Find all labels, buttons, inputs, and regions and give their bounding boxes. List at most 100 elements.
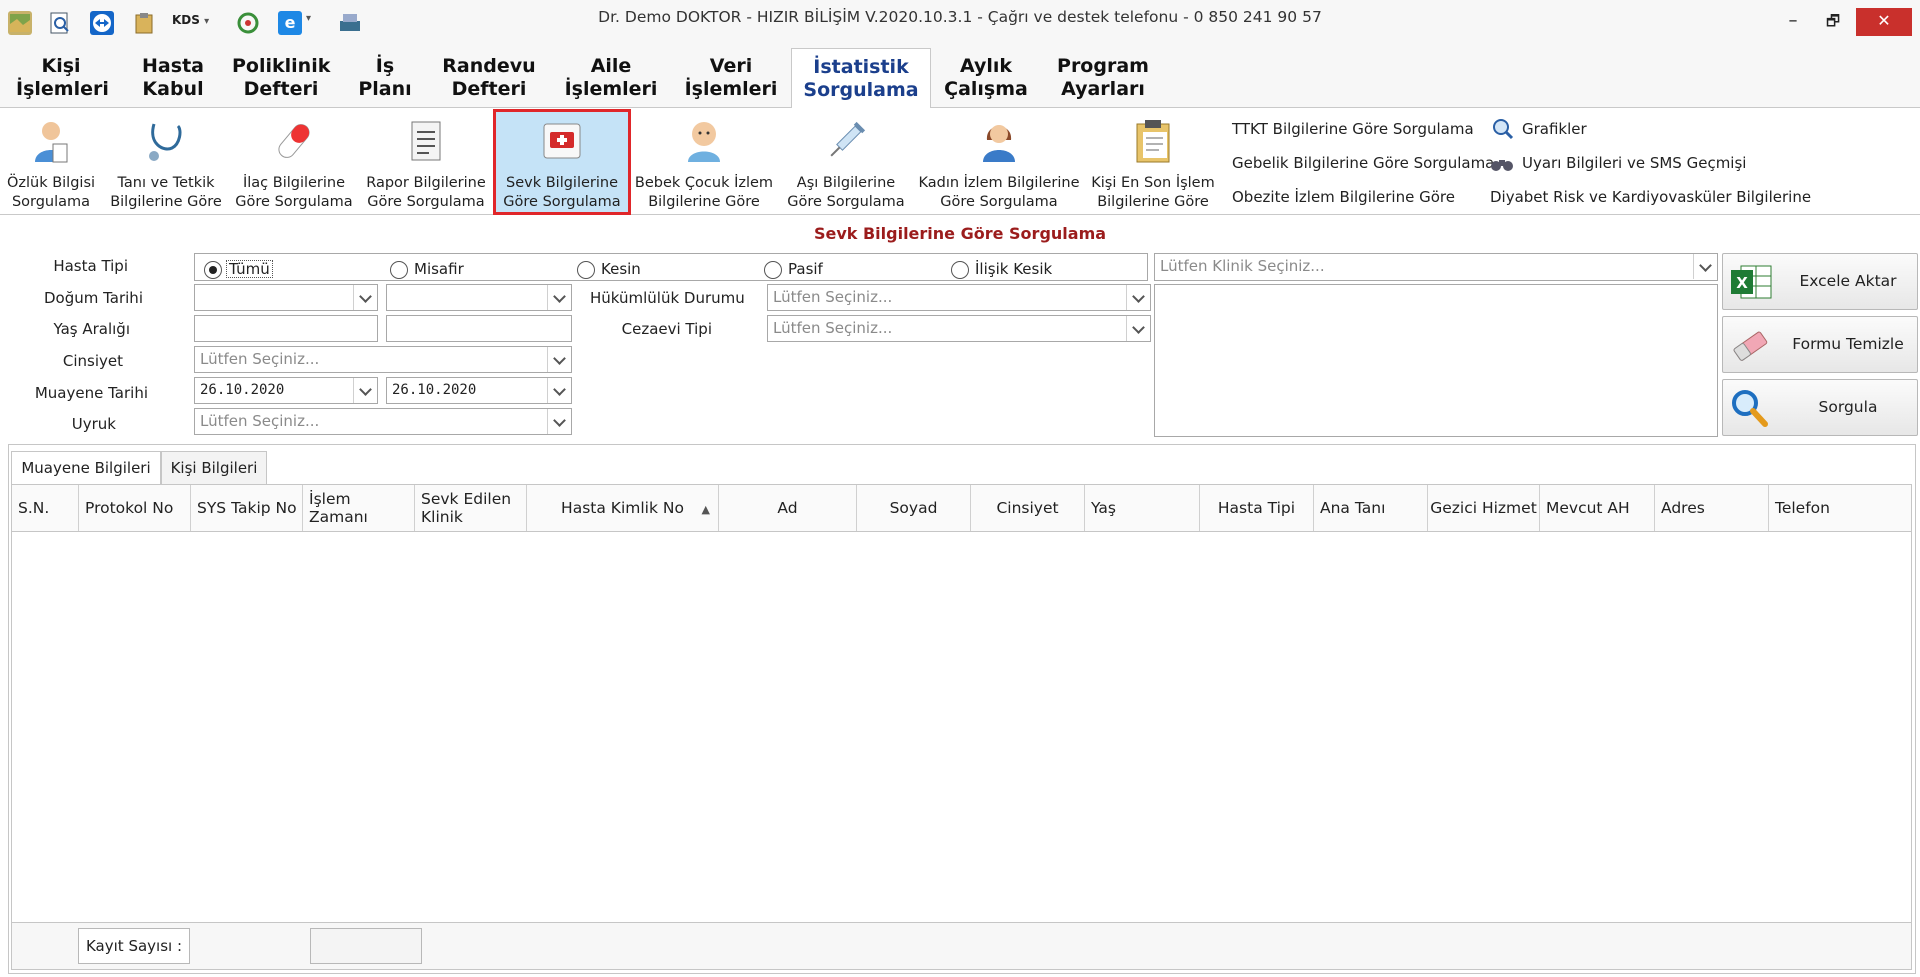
uyari-sms-link[interactable]: Uyarı Bilgileri ve SMS Geçmişi — [1522, 154, 1746, 172]
minimize-button[interactable]: – — [1778, 8, 1808, 36]
obezite-izlem-link[interactable]: Obezite İzlem Bilgilerine Göre — [1232, 188, 1455, 206]
col-sys-takip-no[interactable]: SYS Takip No — [191, 485, 303, 531]
radio-misafir-label[interactable]: Misafir — [414, 260, 464, 278]
title-bar: KDS ▾ e ▾ Dr. Demo DOKTOR - HIZIR BİLİŞİ… — [0, 0, 1920, 44]
tab-istatistik-sorgulama[interactable]: İstatistik Sorgulama — [791, 48, 931, 109]
ribbon: Özlük Bilgisi Sorgulama Tanı ve Tetkik B… — [0, 108, 1920, 215]
window-title: Dr. Demo DOKTOR - HIZIR BİLİŞİM V.2020.1… — [598, 8, 1322, 26]
rapor-bilgileri-button[interactable]: Rapor Bilgilerine Göre Sorgulama — [362, 112, 490, 212]
col-islem-zamani[interactable]: İşlem Zamanı — [303, 485, 415, 531]
tab-is-plani[interactable]: İş Planı — [350, 55, 420, 101]
col-sevk-edilen-klinik[interactable]: Sevk Edilen Klinik — [415, 485, 527, 531]
yas-araligi-label: Yaş Aralığı — [53, 320, 130, 338]
col-ad[interactable]: Ad — [719, 485, 857, 531]
col-sn[interactable]: S.N. — [12, 485, 79, 531]
chevron-down-icon[interactable] — [547, 378, 571, 403]
chevron-down-icon[interactable] — [547, 285, 571, 310]
asi-bilgileri-button[interactable]: Aşı Bilgilerine Göre Sorgulama — [784, 112, 908, 212]
excel-icon: X — [1729, 262, 1773, 302]
col-hasta-kimlik-no[interactable]: Hasta Kimlik No ▲ — [527, 485, 719, 531]
pill-icon — [272, 118, 316, 164]
radio-ilisik-kesik-label[interactable]: İlişik Kesik — [975, 260, 1052, 278]
chevron-down-icon[interactable] — [547, 347, 571, 372]
baby-icon — [682, 118, 726, 164]
radio-kesin-label[interactable]: Kesin — [601, 260, 641, 278]
ilac-bilgileri-button[interactable]: İlaç Bilgilerine Göre Sorgulama — [232, 112, 356, 212]
syringe-icon — [824, 118, 868, 164]
radio-misafir[interactable] — [390, 261, 408, 279]
radio-tumu-label[interactable]: Tümü — [226, 260, 273, 278]
tab-veri-islemleri[interactable]: Veri İşlemleri — [680, 55, 782, 101]
chevron-down-icon[interactable] — [1693, 254, 1717, 279]
muayene-tarihi-start[interactable]: 26.10.2020 — [194, 377, 378, 404]
yas-max-input[interactable] — [386, 315, 572, 342]
grid-header: S.N. Protokol No SYS Takip No İşlem Zama… — [11, 484, 1912, 532]
chevron-down-icon[interactable] — [1126, 285, 1150, 310]
report-icon — [404, 118, 448, 164]
radio-kesin[interactable] — [577, 261, 595, 279]
col-adres[interactable]: Adres — [1655, 485, 1769, 531]
radio-pasif-label[interactable]: Pasif — [788, 260, 823, 278]
col-gezici-hizmet[interactable]: Gezici Hizmet — [1428, 485, 1540, 531]
gebelik-sorgulama-link[interactable]: Gebelik Bilgilerine Göre Sorgulama — [1232, 154, 1494, 172]
tab-muayene-bilgileri[interactable]: Muayene Bilgileri — [11, 451, 161, 487]
cezaevi-select[interactable]: Lütfen Seçiniz... — [767, 315, 1151, 342]
hukumluluk-select[interactable]: Lütfen Seçiniz... — [767, 284, 1151, 311]
radio-tumu[interactable] — [204, 261, 222, 279]
radio-ilisik-kesik[interactable] — [951, 261, 969, 279]
dogum-tarihi-end[interactable] — [386, 284, 572, 311]
tab-aylik-calisma[interactable]: Aylık Çalışma — [940, 55, 1032, 101]
kisi-en-son-islem-button[interactable]: Kişi En Son İşlem Bilgilerine Göre — [1088, 112, 1218, 212]
clear-form-button[interactable]: Formu Temizle — [1722, 316, 1918, 373]
tab-kisi-bilgileri[interactable]: Kişi Bilgileri — [161, 451, 267, 485]
dogum-tarihi-start[interactable] — [194, 284, 378, 311]
tani-tetkik-button[interactable]: Tanı ve Tetkik Bilgilerine Göre — [104, 112, 228, 212]
col-mevcut-ah[interactable]: Mevcut AH — [1540, 485, 1655, 531]
grid-body[interactable] — [11, 532, 1912, 922]
bebek-cocuk-button[interactable]: Bebek Çocuk İzlem Bilgilerine Göre — [634, 112, 774, 212]
cinsiyet-select[interactable]: Lütfen Seçiniz... — [194, 346, 572, 373]
tab-kisi-islemleri[interactable]: Kişi İşlemleri — [16, 55, 109, 101]
radio-pasif[interactable] — [764, 261, 782, 279]
doctor-icon — [29, 118, 73, 164]
tab-program-ayarlari[interactable]: Program Ayarları — [1050, 55, 1156, 101]
tab-randevu-defteri[interactable]: Randevu Defteri — [436, 55, 542, 101]
search-icon — [1729, 388, 1773, 428]
dogum-tarihi-label: Doğum Tarihi — [43, 289, 143, 307]
cezaevi-label: Cezaevi Tipi — [621, 320, 712, 338]
chevron-down-icon[interactable] — [353, 285, 377, 310]
col-hasta-tipi[interactable]: Hasta Tipi — [1200, 485, 1314, 531]
ozluk-bilgisi-button[interactable]: Özlük Bilgisi Sorgulama — [4, 112, 98, 212]
restore-button[interactable]: 🗗 — [1818, 8, 1848, 36]
tab-poliklinik-defteri[interactable]: Poliklinik Defteri — [232, 55, 330, 101]
yas-min-input[interactable] — [194, 315, 378, 342]
stethoscope-icon — [144, 118, 188, 164]
close-button[interactable]: ✕ — [1856, 8, 1912, 36]
tab-hasta-kabul[interactable]: Hasta Kabul — [130, 55, 216, 101]
chevron-down-icon[interactable] — [353, 378, 377, 403]
col-telefon[interactable]: Telefon — [1769, 485, 1911, 531]
uyruk-select[interactable]: Lütfen Seçiniz... — [194, 408, 572, 435]
tab-aile-islemleri[interactable]: Aile İşlemleri — [560, 55, 662, 101]
col-soyad[interactable]: Soyad — [857, 485, 971, 531]
klinik-list[interactable] — [1154, 284, 1718, 437]
chevron-down-icon[interactable] — [547, 409, 571, 434]
klinik-select[interactable]: Lütfen Klinik Seçiniz... — [1154, 253, 1718, 281]
col-protokol-no[interactable]: Protokol No — [79, 485, 191, 531]
muayene-tarihi-end[interactable]: 26.10.2020 — [386, 377, 572, 404]
ttkt-sorgulama-link[interactable]: TTKT Bilgilerine Göre Sorgulama — [1232, 120, 1474, 138]
sevk-bilgileri-button[interactable]: Sevk Bilgilerine Göre Sorgulama — [493, 109, 631, 215]
hasta-tipi-label: Hasta Tipi — [53, 257, 128, 275]
chevron-down-icon[interactable] — [1126, 316, 1150, 341]
form-title: Sevk Bilgilerine Göre Sorgulama — [813, 224, 1107, 243]
col-cinsiyet[interactable]: Cinsiyet — [971, 485, 1085, 531]
col-yas[interactable]: Yaş — [1085, 485, 1200, 531]
query-button[interactable]: Sorgula — [1722, 379, 1918, 436]
record-count-label: Kayıt Sayısı : — [78, 928, 190, 964]
cinsiyet-label: Cinsiyet — [62, 352, 123, 370]
col-ana-tani[interactable]: Ana Tanı — [1314, 485, 1428, 531]
diyabet-risk-link[interactable]: Diyabet Risk ve Kardiyovasküler Bilgiler… — [1490, 188, 1811, 206]
kadin-izlem-button[interactable]: Kadın İzlem Bilgilerine Göre Sorgulama — [918, 112, 1080, 212]
excel-export-button[interactable]: X Excele Aktar — [1722, 253, 1918, 310]
grafikler-link[interactable]: Grafikler — [1522, 120, 1587, 138]
